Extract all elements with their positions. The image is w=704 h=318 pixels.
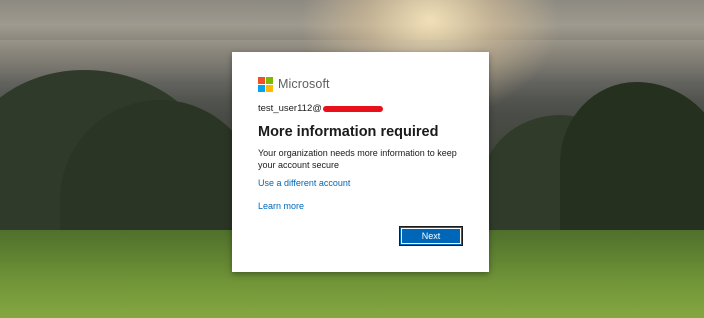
microsoft-logo-icon xyxy=(258,76,273,92)
sign-in-dialog: Microsoft test_user112@ More information… xyxy=(232,52,489,272)
account-identifier: test_user112@ xyxy=(258,102,464,114)
use-different-account-link[interactable]: Use a different account xyxy=(258,177,464,189)
logo-square-red xyxy=(258,76,265,84)
dialog-title: More information required xyxy=(258,124,439,140)
logo-square-green xyxy=(266,76,273,84)
brand-name: Microsoft xyxy=(278,77,330,91)
logo-square-yellow xyxy=(266,84,273,92)
account-email: test_user112@ xyxy=(258,102,322,114)
logo-square-blue xyxy=(258,84,265,92)
redaction-mark xyxy=(322,105,383,112)
next-button[interactable]: Next xyxy=(399,226,463,246)
brand-header: Microsoft xyxy=(258,76,464,92)
dialog-description: Your organization needs more information… xyxy=(258,148,457,170)
learn-more-link[interactable]: Learn more xyxy=(258,200,464,212)
